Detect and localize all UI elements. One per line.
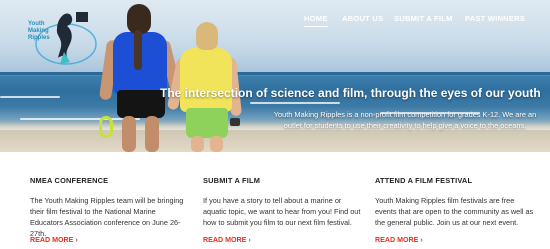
column-title: ATTEND A FILM FESTIVAL <box>375 176 473 185</box>
chevron-right-icon: › <box>420 237 423 244</box>
hero-horizon <box>0 72 550 75</box>
read-more-link[interactable]: READ MORE › <box>203 236 251 244</box>
read-more-label: READ MORE <box>375 236 419 244</box>
feature-column-attend: ATTEND A FILM FESTIVAL Youth Making Ripp… <box>375 176 535 244</box>
wave-line <box>0 96 60 98</box>
nav-home[interactable]: HOME <box>304 14 328 27</box>
column-body: The Youth Making Ripples team will be br… <box>30 196 184 238</box>
hero-banner: Youth Making Ripples HOME ABOUT US SUBMI… <box>0 0 550 152</box>
hero-tagline: The intersection of science and film, th… <box>160 86 541 100</box>
wave-line <box>250 102 340 104</box>
nav-submit-a-film[interactable]: SUBMIT A FILM <box>394 14 453 23</box>
chevron-right-icon: › <box>75 237 78 244</box>
nav-past-winners[interactable]: PAST WINNERS <box>465 14 525 23</box>
chevron-right-icon: › <box>248 237 251 244</box>
feature-column-nmea: NMEA CONFERENCE The Youth Making Ripples… <box>30 176 190 244</box>
read-more-link[interactable]: READ MORE › <box>30 236 78 244</box>
hero-description: Youth Making Ripples is a non-profit fil… <box>273 110 537 130</box>
camera-icon <box>230 118 240 126</box>
hero-sand <box>0 130 550 152</box>
read-more-link[interactable]: READ MORE › <box>375 236 423 244</box>
feature-column-submit: SUBMIT A FILM If you have a story to tel… <box>203 176 363 244</box>
nav-about-us[interactable]: ABOUT US <box>342 14 383 23</box>
column-title: NMEA CONFERENCE <box>30 176 109 185</box>
read-more-label: READ MORE <box>203 236 247 244</box>
column-body: If you have a story to tell about a mari… <box>203 196 361 227</box>
goggles-icon <box>99 116 113 138</box>
column-title: SUBMIT A FILM <box>203 176 261 185</box>
main-nav: HOME ABOUT US SUBMIT A FILM PAST WINNERS <box>0 14 550 28</box>
column-body: Youth Making Ripples film festivals are … <box>375 196 534 227</box>
read-more-label: READ MORE <box>30 236 74 244</box>
